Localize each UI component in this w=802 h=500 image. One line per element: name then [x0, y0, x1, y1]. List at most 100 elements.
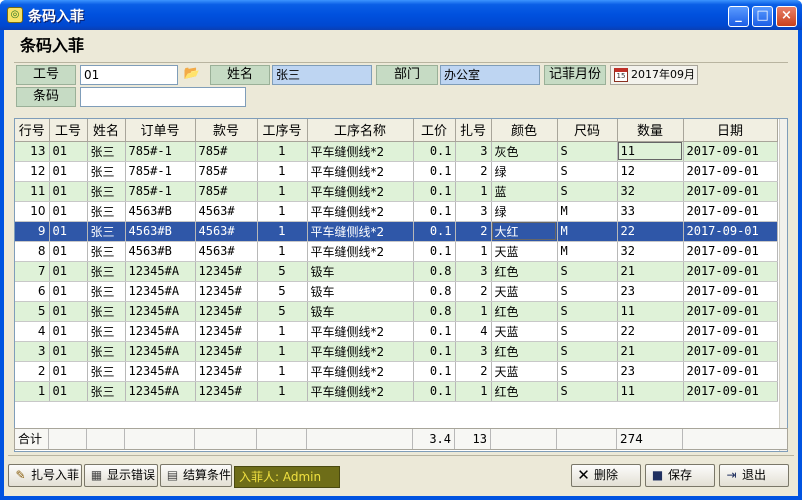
show-errors-button[interactable]: ▦ 显示错误	[84, 464, 158, 487]
table-cell[interactable]: 张三	[87, 301, 126, 322]
table-cell[interactable]: 0.1	[413, 141, 456, 162]
table-cell[interactable]: 1	[455, 241, 492, 262]
table-cell[interactable]: S	[557, 361, 618, 382]
table-cell[interactable]: 12345#	[195, 341, 258, 362]
column-header[interactable]: 款号	[195, 119, 258, 142]
table-cell[interactable]: 平车缝侧线*2	[307, 141, 414, 162]
table-cell[interactable]: 8	[15, 241, 50, 262]
table-cell[interactable]: 13	[15, 141, 50, 162]
table-cell[interactable]: 12345#	[195, 381, 258, 402]
table-cell[interactable]: 12345#	[195, 261, 258, 282]
table-cell[interactable]: 天蓝	[491, 361, 558, 382]
table-cell[interactable]: 01	[49, 161, 88, 182]
table-cell[interactable]: 785#	[195, 141, 258, 162]
table-cell[interactable]: S	[557, 381, 618, 402]
table-cell[interactable]: 平车缝侧线*2	[307, 161, 414, 182]
table-row[interactable]: 13 01 张三 785#-1 785# 1 平车缝侧线*2 0.1 3 灰色 S 11 2017-09…	[15, 141, 778, 162]
table-cell[interactable]: 01	[49, 381, 88, 402]
column-header[interactable]: 工号	[49, 119, 88, 142]
table-cell[interactable]: 张三	[87, 161, 126, 182]
table-cell[interactable]: 2017-09-01	[683, 281, 778, 302]
table-cell[interactable]: 1	[455, 181, 492, 202]
table-cell[interactable]: 12345#A	[125, 321, 196, 342]
table-cell[interactable]: 2	[455, 221, 492, 242]
table-cell[interactable]: 01	[49, 281, 88, 302]
table-cell[interactable]: 5	[257, 261, 308, 282]
table-cell[interactable]: 0.1	[413, 181, 456, 202]
table-cell[interactable]: 0.1	[413, 161, 456, 182]
maximize-button[interactable]: □	[752, 6, 773, 27]
table-cell[interactable]: 平车缝侧线*2	[307, 321, 414, 342]
table-cell[interactable]: 0.1	[413, 341, 456, 362]
table-cell[interactable]: 9	[15, 221, 50, 242]
table-cell[interactable]: 红色	[491, 301, 558, 322]
table-row[interactable]: 1 01 张三 12345#A 12345# 1 平车缝侧线*2 0.1 1 红色 S 11 2017-…	[15, 381, 778, 402]
column-header[interactable]: 姓名	[87, 119, 126, 142]
table-cell[interactable]: 2017-09-01	[683, 361, 778, 382]
table-cell[interactable]: 7	[15, 261, 50, 282]
table-cell[interactable]: 32	[617, 241, 684, 262]
table-cell[interactable]: 2017-09-01	[683, 341, 778, 362]
table-cell[interactable]: 红色	[491, 341, 558, 362]
table-cell[interactable]: 平车缝侧线*2	[307, 341, 414, 362]
table-cell[interactable]: 1	[257, 141, 308, 162]
table-cell[interactable]: 张三	[87, 201, 126, 222]
settle-conditions-button[interactable]: ▤ 结算条件	[160, 464, 232, 487]
table-cell[interactable]: 张三	[87, 321, 126, 342]
table-cell[interactable]: 1	[257, 221, 308, 242]
table-cell[interactable]: 01	[49, 141, 88, 162]
table-cell[interactable]: 3	[15, 341, 50, 362]
table-cell[interactable]: 0.8	[413, 261, 456, 282]
table-cell[interactable]: 12	[15, 161, 50, 182]
table-cell[interactable]: 01	[49, 341, 88, 362]
gonghao-input[interactable]: 01	[80, 65, 178, 85]
table-cell[interactable]: 1	[15, 381, 50, 402]
table-cell[interactable]: 3	[455, 341, 492, 362]
table-cell[interactable]: S	[557, 141, 618, 162]
bundle-entry-button[interactable]: ✎ 扎号入菲	[8, 464, 82, 487]
table-cell[interactable]: 1	[257, 181, 308, 202]
table-cell[interactable]: 平车缝侧线*2	[307, 201, 414, 222]
table-cell[interactable]: 0.1	[413, 241, 456, 262]
table-cell[interactable]: S	[557, 181, 618, 202]
column-header[interactable]: 尺码	[557, 119, 618, 142]
table-cell[interactable]: 平车缝侧线*2	[307, 381, 414, 402]
table-cell[interactable]: 平车缝侧线*2	[307, 361, 414, 382]
table-cell[interactable]: 0.1	[413, 361, 456, 382]
table-cell[interactable]: 785#-1	[125, 141, 196, 162]
table-cell[interactable]: 11	[15, 181, 50, 202]
table-cell[interactable]: S	[557, 341, 618, 362]
table-cell[interactable]: 11	[617, 381, 684, 402]
vertical-scrollbar[interactable]	[779, 119, 787, 451]
table-cell[interactable]: 钑车	[307, 261, 414, 282]
table-cell[interactable]: 2017-09-01	[683, 141, 778, 162]
table-cell[interactable]: 12345#	[195, 321, 258, 342]
table-cell[interactable]: 1	[257, 241, 308, 262]
table-cell[interactable]: 2017-09-01	[683, 161, 778, 182]
table-cell[interactable]: 红色	[491, 381, 558, 402]
table-cell[interactable]: 12345#A	[125, 301, 196, 322]
table-cell[interactable]: 2	[15, 361, 50, 382]
table-cell[interactable]: 785#-1	[125, 161, 196, 182]
table-cell[interactable]: 张三	[87, 141, 126, 162]
table-cell[interactable]: 5	[257, 301, 308, 322]
table-cell[interactable]: 张三	[87, 181, 126, 202]
table-cell[interactable]: 12345#A	[125, 341, 196, 362]
table-cell[interactable]: 6	[15, 281, 50, 302]
column-header[interactable]: 订单号	[125, 119, 196, 142]
table-cell[interactable]: 23	[617, 361, 684, 382]
table-cell[interactable]: 钑车	[307, 281, 414, 302]
table-cell[interactable]: 1	[455, 301, 492, 322]
table-row[interactable]: 8 01 张三 4563#B 4563# 1 平车缝侧线*2 0.1 1 天蓝 M 32 2017-09…	[15, 241, 778, 262]
table-cell[interactable]: 11	[617, 301, 684, 322]
table-cell[interactable]: 785#	[195, 161, 258, 182]
table-cell[interactable]: 12345#A	[125, 261, 196, 282]
table-cell[interactable]: 5	[15, 301, 50, 322]
table-cell[interactable]: 01	[49, 261, 88, 282]
table-cell[interactable]: 2017-09-01	[683, 241, 778, 262]
table-cell[interactable]: M	[557, 201, 618, 222]
table-cell[interactable]: 12345#A	[125, 361, 196, 382]
table-row[interactable]: 10 01 张三 4563#B 4563# 1 平车缝侧线*2 0.1 3 绿 M 33 2017-09…	[15, 201, 778, 222]
table-cell[interactable]: 0.1	[413, 381, 456, 402]
table-cell[interactable]: S	[557, 261, 618, 282]
